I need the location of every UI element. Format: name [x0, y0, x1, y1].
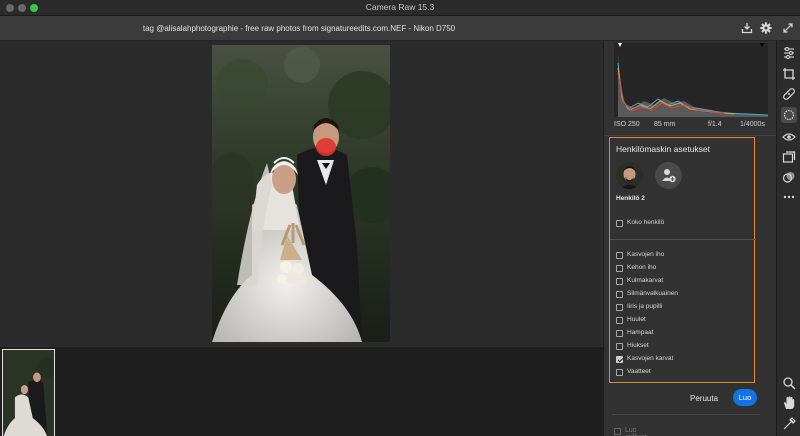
mask-option-label: Kulmakarvat — [627, 277, 664, 284]
person-mask-settings: Henkilömaskin asetukset Henkilö 2 Koko h… — [609, 137, 756, 383]
gear-icon[interactable] — [759, 21, 773, 35]
heal-icon[interactable] — [781, 86, 797, 102]
add-person-button[interactable] — [655, 162, 682, 189]
edit-panel: ISO 250 85 mm f/1.4 1/4000s Henkilömaski… — [603, 41, 777, 436]
mask-option-checkbox[interactable] — [616, 278, 623, 285]
mask-option-label: Silmänvalkuainen — [627, 290, 678, 297]
whole-person-checkbox[interactable] — [616, 220, 623, 227]
snapshots-icon[interactable] — [781, 149, 797, 165]
app-title: Camera Raw 15.3 — [365, 2, 435, 12]
person-avatar[interactable] — [616, 162, 643, 189]
add-person-icon — [662, 169, 676, 183]
person-label: Henkilö 2 — [616, 195, 645, 202]
image-canvas[interactable] — [0, 41, 603, 346]
panel-divider — [604, 135, 777, 136]
sampler-icon[interactable] — [781, 416, 797, 432]
exif-focal: 85 mm — [654, 121, 676, 128]
separate-masks-label: Luo erilliset maskit — [625, 427, 647, 436]
mask-option-label: Iiris ja pupilli — [627, 303, 663, 310]
histogram — [614, 43, 769, 117]
masking-icon[interactable] — [781, 107, 797, 123]
highlight-clipping-icon[interactable] — [760, 43, 764, 47]
edit-sliders-icon[interactable] — [781, 45, 797, 61]
mask-option-checkbox[interactable] — [616, 252, 623, 259]
presets-icon[interactable] — [781, 169, 797, 185]
mask-option-checkbox[interactable] — [616, 265, 623, 272]
mask-option-label: Vaatteet — [627, 368, 651, 375]
main-photo[interactable] — [212, 45, 390, 342]
exif-iso: ISO 250 — [614, 121, 640, 128]
fullscreen-icon[interactable] — [781, 21, 795, 35]
more-icon[interactable] — [781, 189, 797, 205]
options-divider — [610, 239, 756, 240]
create-button[interactable]: Luo — [733, 389, 757, 406]
mask-option-label: Hampaat — [627, 329, 654, 336]
mask-option-checkbox[interactable] — [616, 291, 623, 298]
whole-person-label: Koko henkilö — [627, 219, 665, 226]
mask-option-checkbox[interactable] — [616, 369, 623, 376]
filmstrip-thumbnail[interactable] — [2, 349, 55, 436]
mask-panel-title: Henkilömaskin asetukset — [616, 144, 711, 154]
mask-option-label: Huulet — [627, 316, 646, 323]
mask-option-checkbox[interactable] — [616, 317, 623, 324]
mask-option-checkbox[interactable] — [616, 343, 623, 350]
exif-shutter: 1/4000s — [740, 121, 765, 128]
mask-option-label: Kasvojen iho — [627, 251, 665, 258]
file-info-bar: tag @alisalahphotographie - free raw pho… — [0, 16, 800, 41]
exif-info: ISO 250 85 mm f/1.4 1/4000s — [614, 121, 768, 133]
separate-masks-checkbox[interactable] — [614, 428, 621, 435]
mask-option-label: Kasvojen karvat — [627, 355, 674, 362]
filmstrip — [0, 346, 603, 436]
mask-option-label: Hiukset — [627, 342, 649, 349]
crop-icon[interactable] — [781, 66, 797, 82]
zoom-icon[interactable] — [781, 375, 797, 391]
hand-icon[interactable] — [781, 395, 797, 411]
file-title: tag @alisalahphotographie - free raw pho… — [142, 24, 456, 33]
cancel-button[interactable]: Peruuta — [690, 394, 718, 403]
save-image-icon[interactable] — [740, 21, 754, 35]
mask-option-label: Kehon iho — [627, 264, 657, 271]
panel-divider — [612, 414, 760, 415]
window-title-bar: Camera Raw 15.3 — [0, 0, 800, 16]
redeye-icon[interactable] — [781, 129, 797, 145]
mask-option-checkbox[interactable] — [616, 356, 623, 363]
tool-rail — [776, 41, 800, 436]
mask-option-checkbox[interactable] — [616, 304, 623, 311]
exif-aperture: f/1.4 — [708, 121, 722, 128]
shadow-clipping-icon[interactable] — [618, 43, 622, 47]
mask-option-checkbox[interactable] — [616, 330, 623, 337]
